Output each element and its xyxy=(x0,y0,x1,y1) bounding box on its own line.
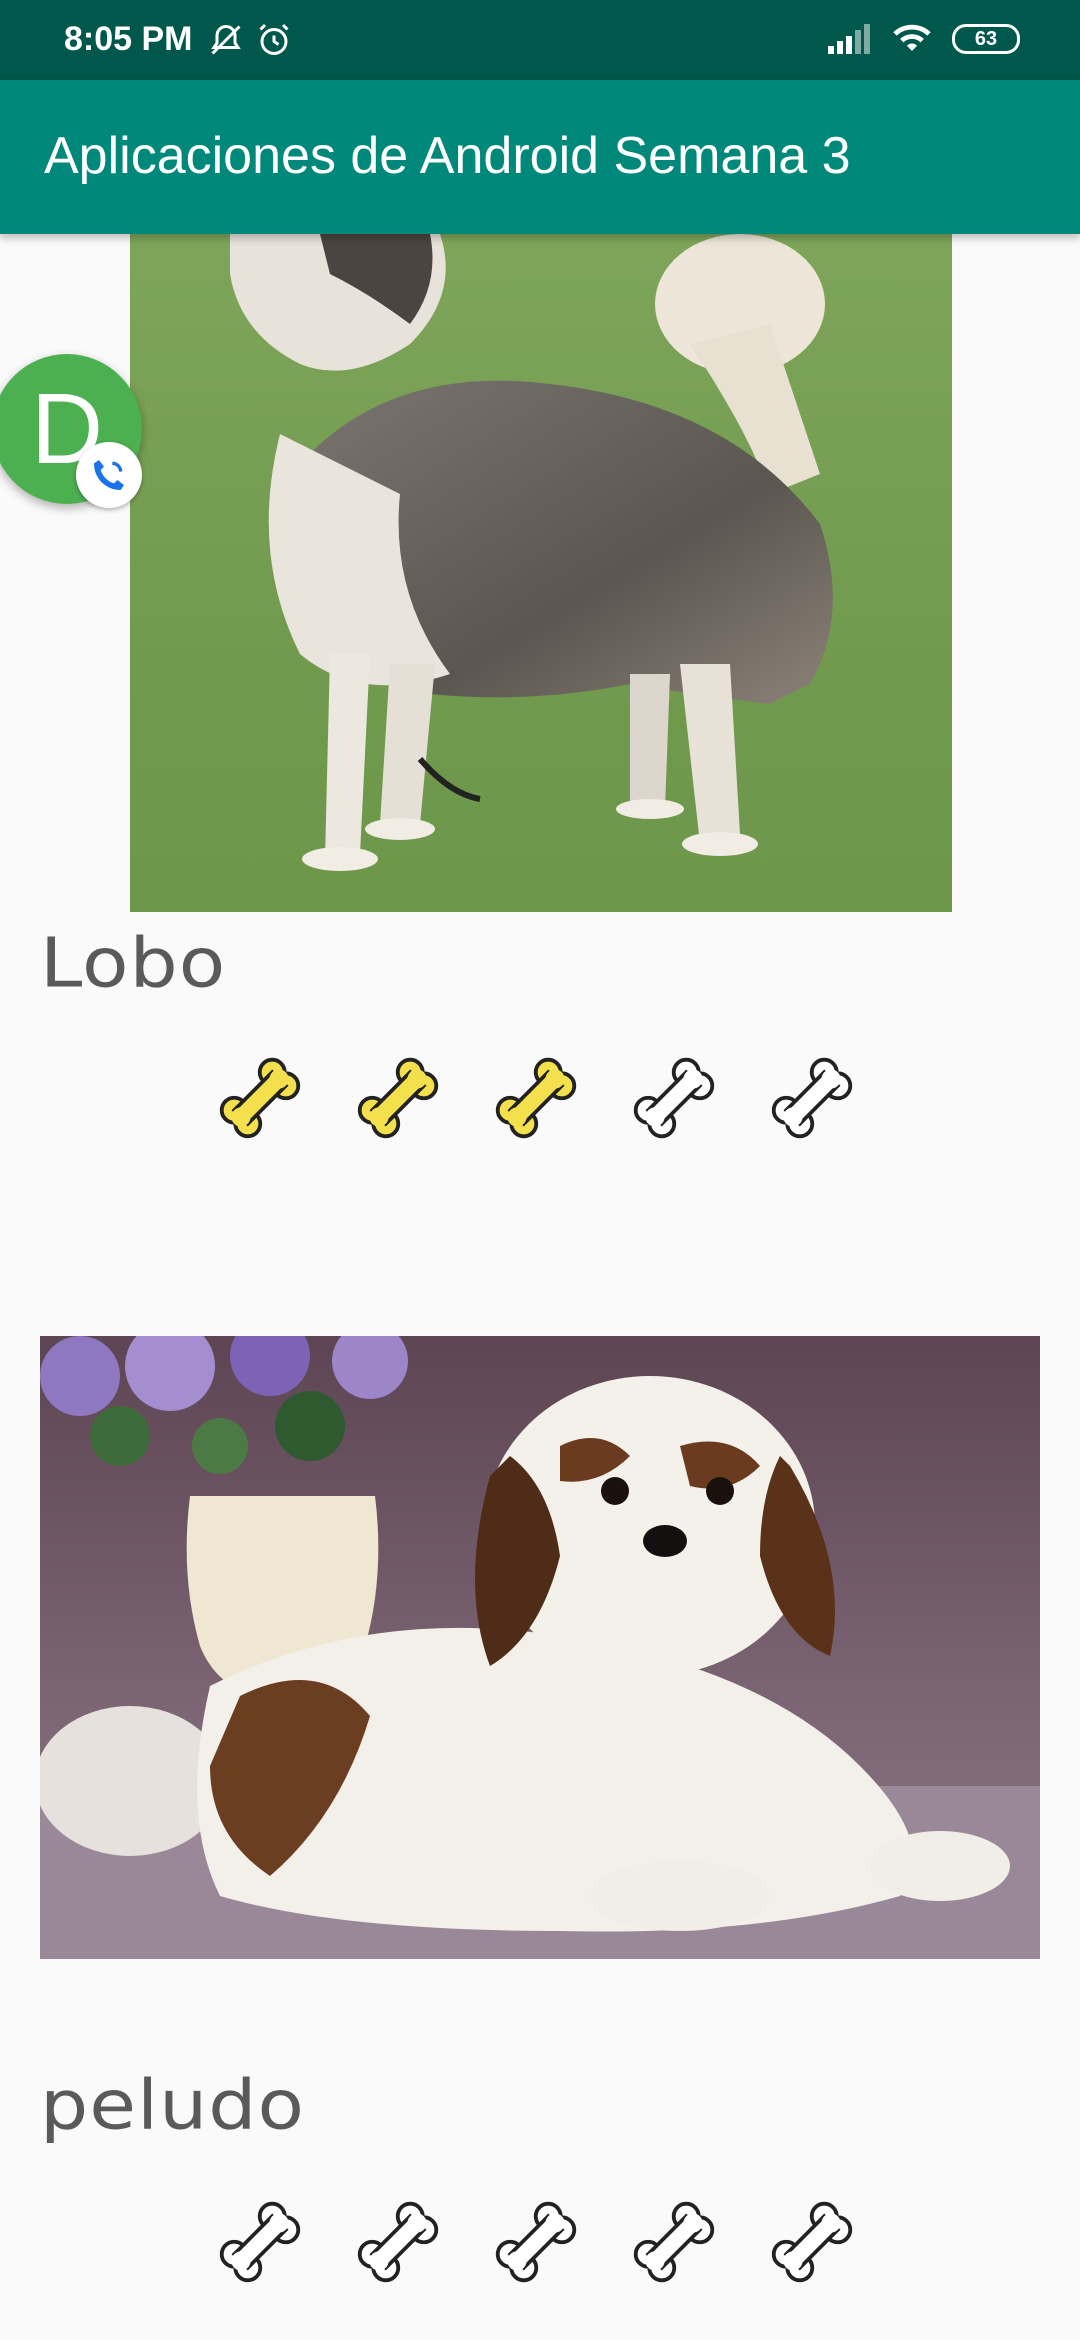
alarm-icon xyxy=(259,23,289,55)
status-left-icons xyxy=(208,22,292,58)
status-time: 8:05 PM xyxy=(64,20,193,58)
bone-empty-icon[interactable] xyxy=(626,1050,722,1146)
bone-empty-icon[interactable] xyxy=(764,2194,860,2290)
battery-level: 63 xyxy=(974,27,998,50)
battery-icon: 63 xyxy=(952,24,1020,54)
bone-filled-icon[interactable] xyxy=(488,1050,584,1146)
bone-rating xyxy=(212,2194,860,2290)
app-bar: Aplicaciones de Android Semana 3 xyxy=(0,80,1080,234)
bone-empty-icon[interactable] xyxy=(488,2194,584,2290)
pet-name: peludo xyxy=(40,2064,306,2145)
pet-name: Lobo xyxy=(40,922,227,1003)
shih-tzu-dog-photo[interactable] xyxy=(40,1336,1040,1959)
phone-call-icon xyxy=(94,460,124,490)
bone-empty-icon[interactable] xyxy=(764,1050,860,1146)
bone-rating xyxy=(212,1050,860,1146)
bone-filled-icon[interactable] xyxy=(212,1050,308,1146)
signal-icon xyxy=(828,24,870,54)
page-title: Aplicaciones de Android Semana 3 xyxy=(44,127,851,185)
wifi-icon xyxy=(893,24,931,51)
bone-empty-icon[interactable] xyxy=(212,2194,308,2290)
bone-empty-icon[interactable] xyxy=(350,2194,446,2290)
bone-empty-icon[interactable] xyxy=(626,2194,722,2290)
status-bar: 8:05 PM 63 xyxy=(0,0,1080,80)
status-right-icons: 63 xyxy=(828,22,1020,56)
bone-filled-icon[interactable] xyxy=(350,1050,446,1146)
call-badge xyxy=(76,442,142,508)
mute-bell-icon xyxy=(211,24,241,55)
chat-head-bubble[interactable]: D xyxy=(0,352,146,508)
husky-dog-photo[interactable] xyxy=(130,234,952,912)
